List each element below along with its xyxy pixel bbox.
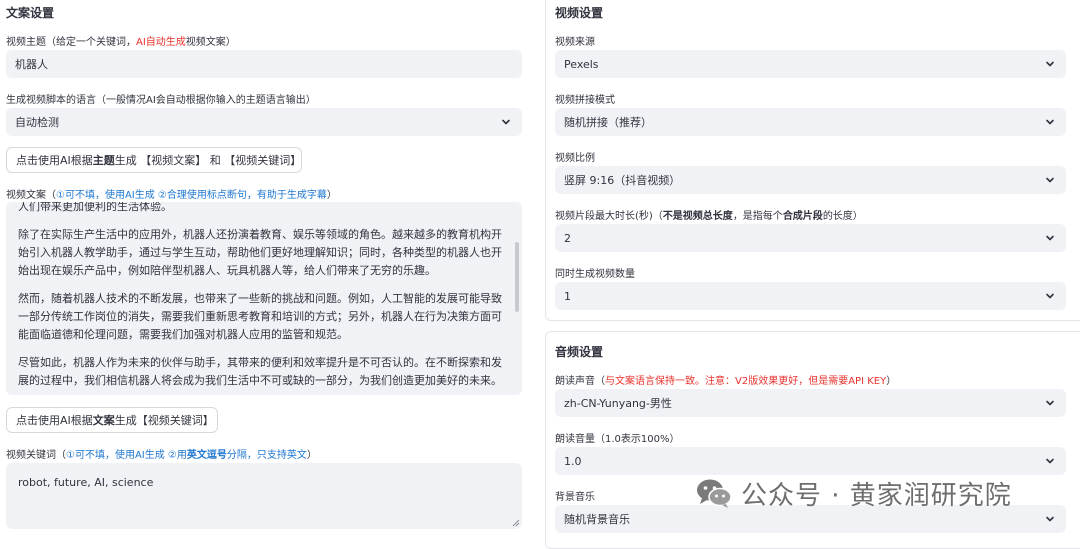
generate-keywords-button[interactable]: 点击使用AI根据 文案 生成【视频关键词】 [6,407,218,433]
wechat-icon [697,479,732,508]
video-count-select[interactable]: 1 [555,282,1066,310]
chevron-down-icon [502,119,510,125]
subject-label-suffix: 视频文案） [185,37,236,48]
clip-label-suffix: 的长度） [822,211,863,222]
subject-input-value: 机器人 [15,58,48,71]
btn2-suffix: 生成【视频关键词】 [114,414,214,427]
script-label: 视频文案（①可不填，使用AI生成 ②合理使用标点断句，有助于生成字幕） [6,186,337,201]
clip-label-bold2: 合成片段 [782,211,823,222]
clip-duration-value: 2 [564,231,571,245]
volume-label: 朗读音量（1.0表示100%） [555,434,680,445]
keywords-label-text: 视频关键词（ [6,450,66,461]
voice-label: 朗读声音（与文案语言保持一致。注意：V2版效果更好，但是需要API KEY） [555,372,896,387]
keywords-text: robot, future, AI, science [18,476,154,489]
script-label-text: 视频文案（ [6,190,56,201]
settings-column: 视频设置 视频来源 Pexels 视频拼接模式 随机拼接（推荐） 视频比例 竖屏… [545,0,1080,549]
btn1-bold: 主题 [92,154,115,167]
concat-mode-value: 随机拼接（推荐） [564,116,652,129]
btn1-suffix: 生成 【视频文案】 和 【视频关键词】 [114,154,302,167]
voice-label-text: 朗读声音（ [555,376,605,387]
keywords-label-hint: ①可不填，使用AI生成 ②用 [66,450,187,461]
keywords-label-hint2: 分隔，只支持英文 [226,450,307,461]
script-paragraph: 人们带来更加便利的生活体验。 [18,202,172,213]
chevron-down-icon [1046,400,1054,406]
language-label: 生成视频脚本的语言（一般情况AI会自动根据你输入的主题语言输出） [6,95,316,106]
concat-mode-select[interactable]: 随机拼接（推荐） [555,108,1066,136]
keywords-label-suffix: ） [306,450,317,461]
btn2-text: 点击使用AI根据 [16,414,93,427]
voice-value: zh-CN-Yunyang-男性 [564,397,672,410]
chevron-down-icon [1046,61,1054,67]
keywords-label-bold: 英文逗号 [186,450,227,461]
watermark-text: 公众号 · 黄家润研究院 [741,480,1012,511]
bgm-value: 随机背景音乐 [564,513,630,526]
subject-input[interactable]: 机器人 [6,50,522,78]
clip-duration-label: 视频片段最大时长(秒)（不是视频总长度，是指每个合成片段的长度） [555,207,863,222]
video-source-label: 视频来源 [555,37,595,48]
aspect-ratio-value: 竖屏 9:16（抖音视频） [564,174,681,187]
chevron-down-icon [1046,293,1054,299]
script-scrollbar[interactable] [515,242,519,312]
btn2-bold: 文案 [92,414,115,427]
script-paragraph: 然而，随着机器人技术的不断发展，也带来了一些新的挑战和问题。例如，人工智能的发展… [18,292,502,341]
clip-label-text: 视频片段最大时长(秒)（ [555,211,663,222]
aspect-ratio-label: 视频比例 [555,153,595,164]
video-count-label: 同时生成视频数量 [555,269,635,280]
subject-label-highlight: AI自动生成 [136,37,186,48]
chevron-down-icon [1046,458,1054,464]
clip-label-mid: ，是指每个 [732,211,783,222]
chevron-down-icon [1046,516,1054,522]
section-title-audio: 音频设置 [555,345,604,359]
chevron-down-icon [1046,177,1054,183]
generate-script-and-keywords-button[interactable]: 点击使用AI根据 主题 生成 【视频文案】 和 【视频关键词】 [6,147,302,173]
video-source-value: Pexels [564,57,599,71]
btn1-text: 点击使用AI根据 [16,154,93,167]
keywords-label: 视频关键词（①可不填，使用AI生成 ②用英文逗号分隔，只支持英文） [6,446,317,461]
language-select[interactable]: 自动检测 [6,108,522,136]
chevron-down-icon [1046,119,1054,125]
video-count-value: 1 [564,289,571,303]
section-title-copywriting: 文案设置 [6,6,55,20]
volume-value: 1.0 [564,454,582,468]
voice-label-warning: 与文案语言保持一致。注意：V2版效果更好，但是需要API KEY [605,376,887,387]
video-source-select[interactable]: Pexels [555,50,1066,78]
volume-select[interactable]: 1.0 [555,447,1066,475]
clip-label-bold1: 不是视频总长度 [662,211,733,222]
script-label-hint: ①可不填，使用AI生成 ②合理使用标点断句，有助于生成字幕 [56,190,327,201]
script-text: 人们带来更加便利的生活体验。 除了在实际生产生活中的应用外，机器人还扮演着教育、… [18,202,508,395]
script-paragraph: 尽管如此，机器人作为未来的伙伴与助手，其带来的便利和效率提升是不可否认的。在不断… [18,356,502,387]
language-select-value: 自动检测 [15,116,59,129]
watermark: 公众号 · 黄家润研究院 [695,473,1012,513]
subject-label: 视频主题（给定一个关键词，AI自动生成视频文案） [6,33,236,48]
copywriting-settings: 文案设置 视频主题（给定一个关键词，AI自动生成视频文案） 机器人 生成视频脚本… [0,0,530,535]
keywords-textarea[interactable]: robot, future, AI, science [6,463,522,529]
concat-mode-label: 视频拼接模式 [555,95,615,106]
aspect-ratio-select[interactable]: 竖屏 9:16（抖音视频） [555,166,1066,194]
section-title-video: 视频设置 [555,6,604,20]
bgm-label: 背景音乐 [555,492,595,503]
voice-label-suffix: ） [886,376,897,387]
chevron-down-icon [1046,235,1054,241]
resize-handle-icon[interactable] [512,519,520,527]
script-label-suffix: ） [326,190,337,201]
script-textarea[interactable]: 人们带来更加便利的生活体验。 除了在实际生产生活中的应用外，机器人还扮演着教育、… [6,202,522,395]
voice-select[interactable]: zh-CN-Yunyang-男性 [555,389,1066,417]
clip-duration-select[interactable]: 2 [555,224,1066,252]
script-paragraph: 除了在实际生产生活中的应用外，机器人还扮演着教育、娱乐等领域的角色。越来越多的教… [18,228,502,277]
subject-label-text: 视频主题（给定一个关键词， [6,37,136,48]
